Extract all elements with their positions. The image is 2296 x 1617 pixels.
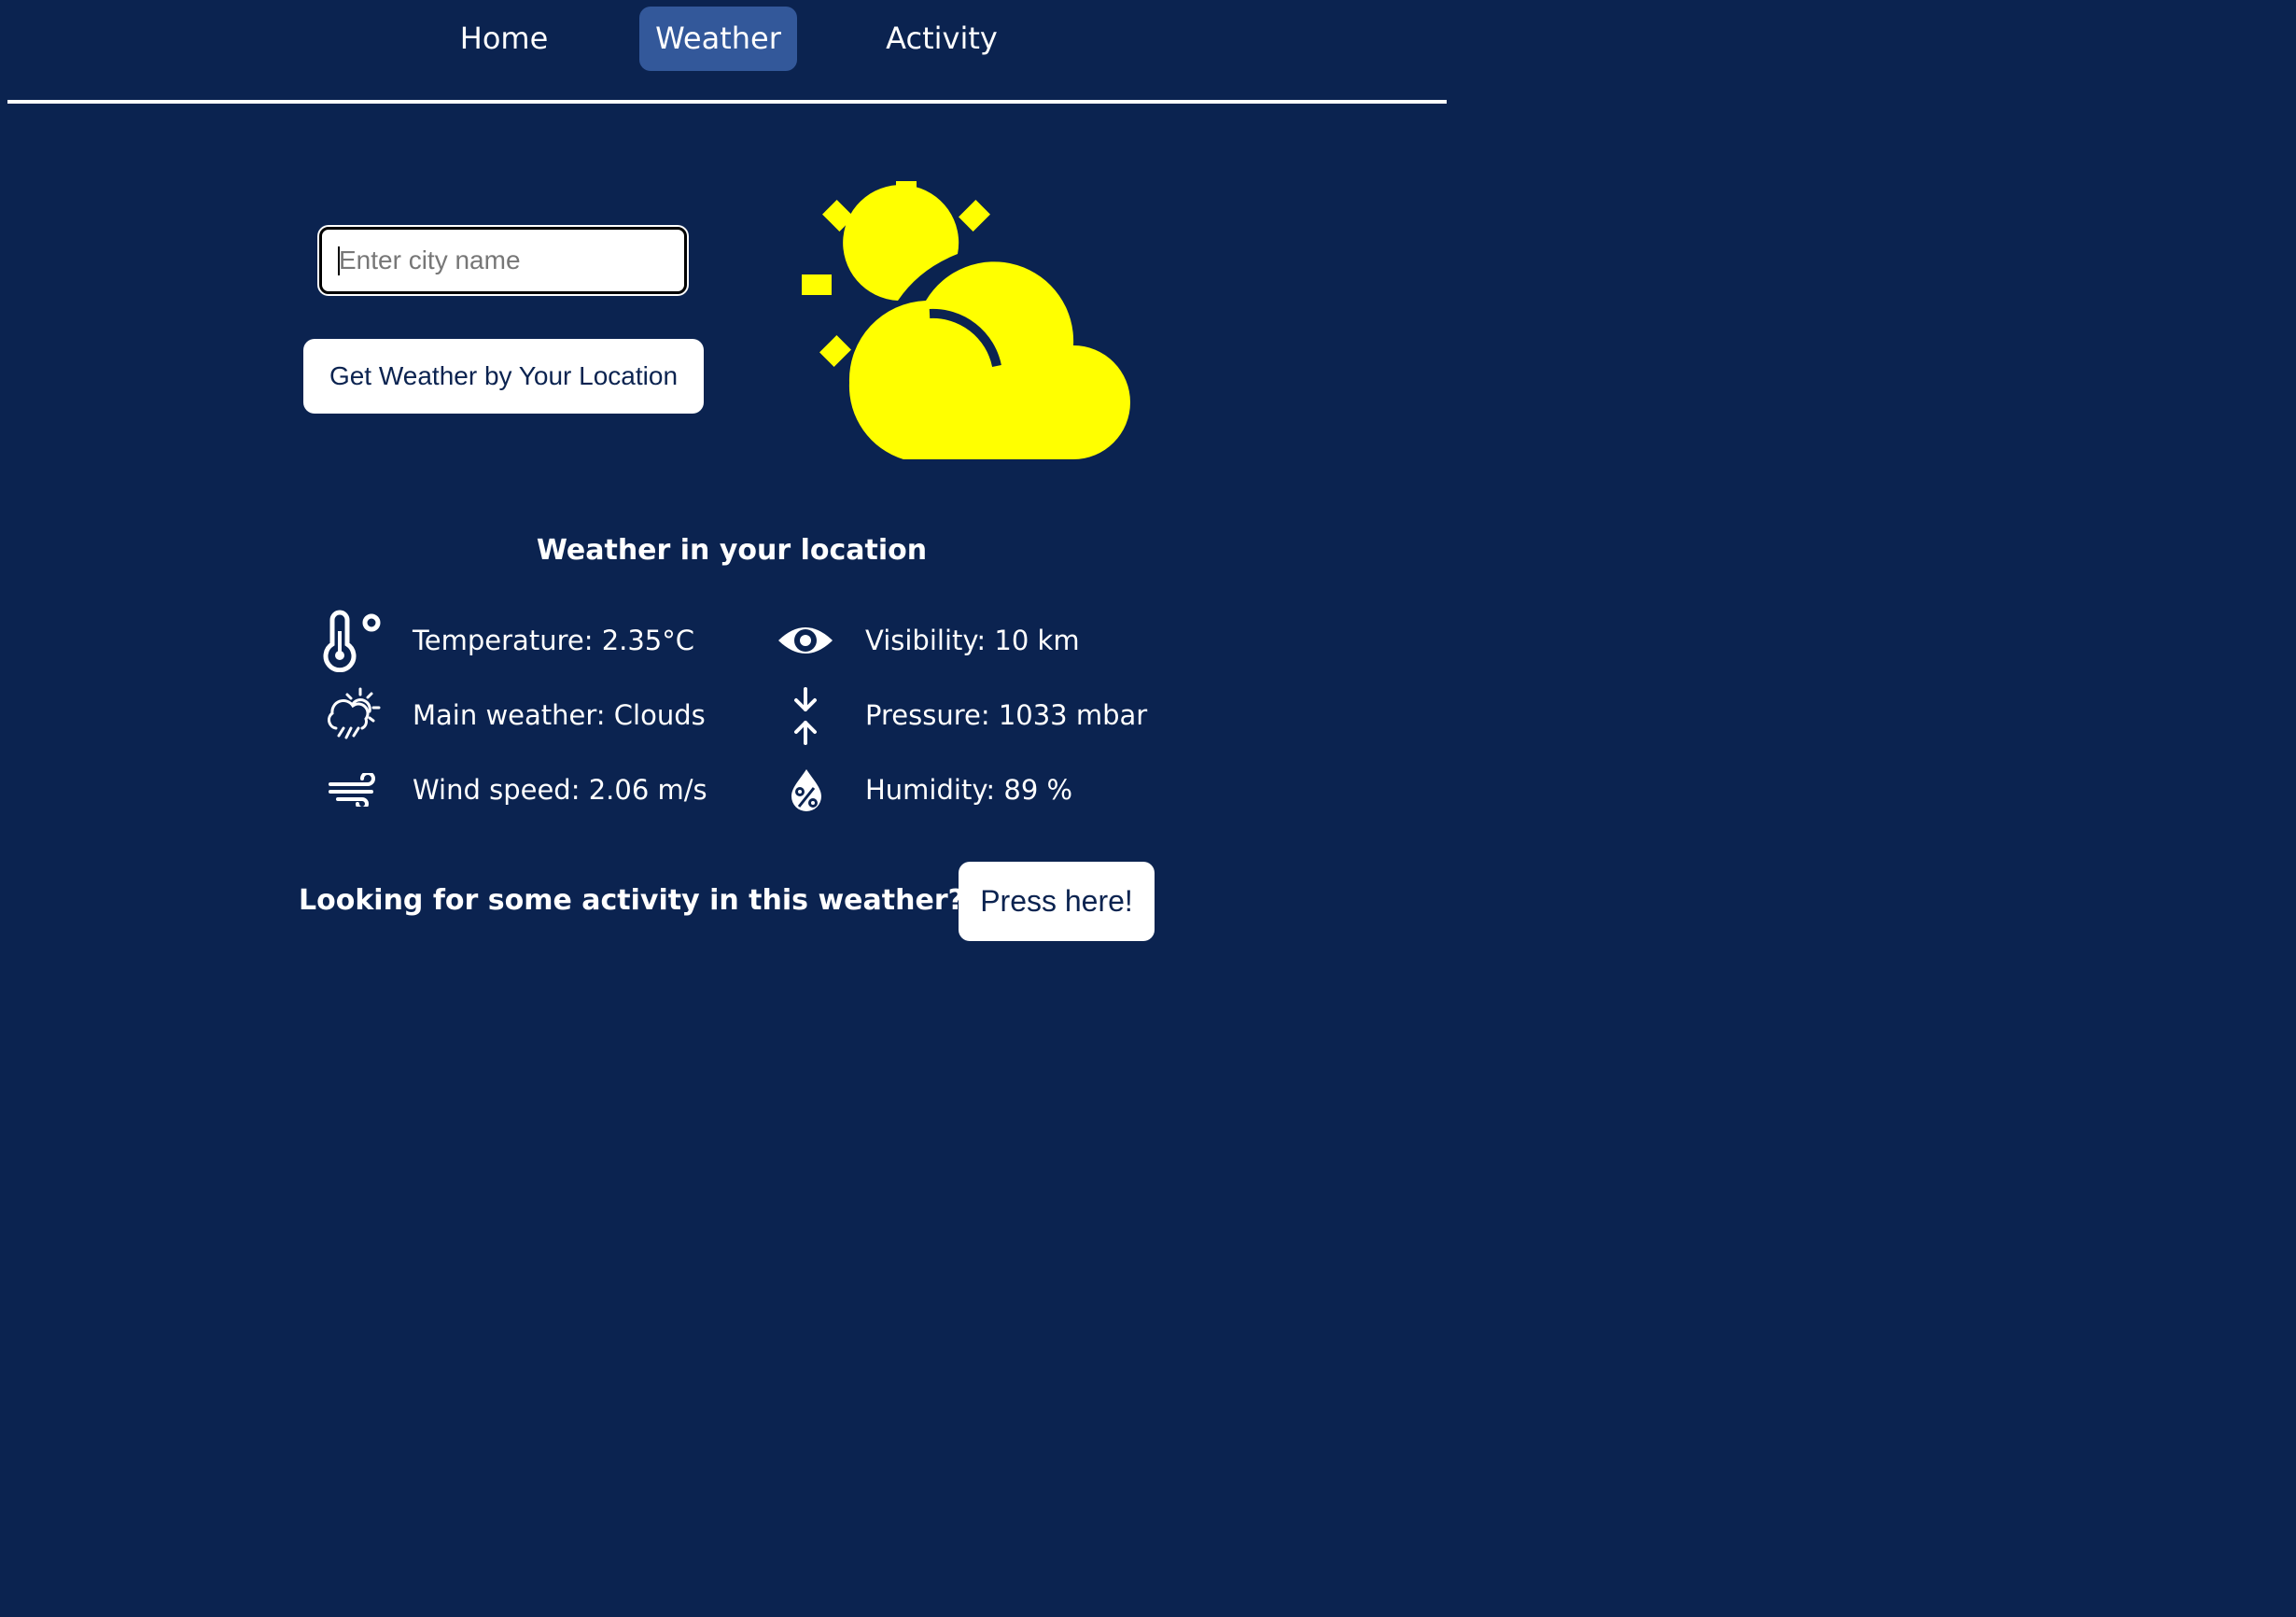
activity-prompt-text: Looking for some activity in this weathe…: [299, 884, 965, 917]
sun-behind-cloud-icon: [802, 181, 1130, 459]
pressure-text: Pressure: 1033 mbar: [865, 699, 1148, 731]
visibility-text: Visibility: 10 km: [865, 625, 1080, 656]
nav-weather-link[interactable]: Weather: [639, 7, 797, 71]
nav-divider: [7, 100, 1447, 104]
nav-home-link[interactable]: Home: [439, 7, 569, 71]
top-nav: Home Weather Activity: [0, 0, 1463, 104]
wind-icon: [329, 773, 375, 807]
eye-icon: [778, 627, 833, 654]
wind-speed-text: Wind speed: 2.06 m/s: [413, 774, 707, 806]
main-weather-text: Main weather: Clouds: [413, 699, 706, 731]
cloud-sun-rain-icon: [328, 687, 381, 739]
press-here-button[interactable]: Press here!: [959, 862, 1155, 941]
thermometer-icon: [323, 610, 381, 672]
text-caret: [338, 246, 340, 275]
get-weather-by-location-button[interactable]: Get Weather by Your Location: [303, 339, 704, 414]
humidity-text: Humidity: 89 %: [865, 774, 1073, 806]
temperature-text: Temperature: 2.35°C: [413, 625, 695, 656]
city-search-input[interactable]: [319, 227, 687, 294]
nav-activity-link[interactable]: Activity: [877, 7, 1006, 71]
weather-heading: Weather in your location: [536, 534, 928, 567]
humidity-drop-icon: [791, 769, 821, 811]
pressure-arrows-icon: [794, 687, 817, 745]
